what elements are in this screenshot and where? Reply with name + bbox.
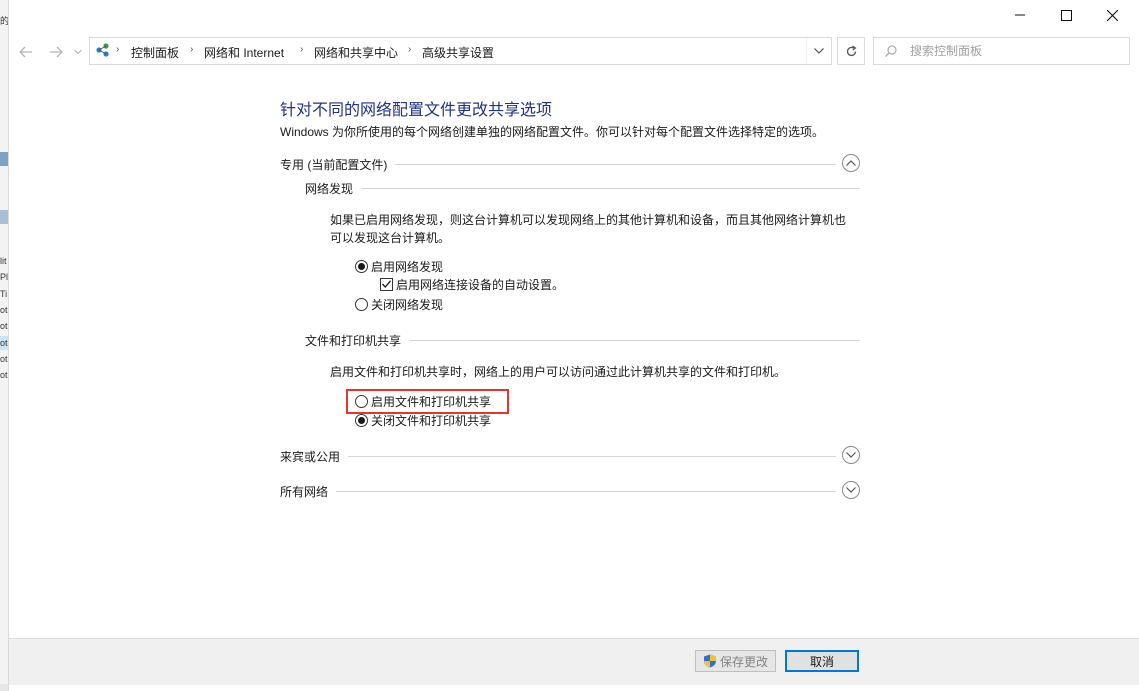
profile-private-header[interactable]: 专用 (当前配置文件): [280, 153, 860, 175]
back-button[interactable]: [17, 43, 35, 61]
refresh-icon: [846, 45, 857, 56]
network-discovery-description-line: 如果已启用网络发现，则这台计算机可以发现网络上的其他计算机和设备，而且其他网络计…: [330, 213, 847, 227]
network-discovery-heading: 网络发现: [305, 180, 362, 197]
section-divider: [305, 188, 860, 189]
background-text: Ti: [0, 289, 8, 299]
checkbox-label: 启用网络连接设备的自动设置。: [396, 277, 565, 292]
cancel-button[interactable]: 取消: [785, 650, 859, 672]
radio-button[interactable]: [355, 394, 368, 408]
radio-label: 关闭文件和打印机共享: [371, 413, 492, 428]
radio-selected-dot: [358, 262, 365, 270]
background-text: ot: [0, 305, 8, 315]
radio-enable-network-discovery[interactable]: 启用网络发现: [355, 257, 443, 275]
expand-guest-button[interactable]: [842, 446, 860, 464]
dialog-footer: 保存更改 取消: [9, 638, 1139, 685]
profile-private-label: 专用 (当前配置文件): [280, 156, 396, 173]
radio-label: 启用网络发现: [371, 259, 444, 274]
collapse-private-button[interactable]: [842, 154, 860, 172]
breadcrumb-separator: ›: [408, 44, 412, 55]
checkbox-auto-setup[interactable]: 启用网络连接设备的自动设置。: [380, 275, 564, 293]
background-text: ot: [0, 370, 8, 380]
radio-button[interactable]: [355, 413, 368, 427]
address-box[interactable]: › 控制面板 › 网络和 Internet › 网络和共享中心 › 高级共享设置: [89, 37, 832, 65]
background-text: lit: [0, 256, 7, 266]
search-box[interactable]: [873, 37, 1130, 65]
chevron-up-icon: [846, 160, 856, 166]
file-sharing-heading: 文件和打印机共享: [305, 332, 410, 349]
cancel-button-label: 取消: [809, 654, 834, 669]
refresh-button[interactable]: [837, 37, 865, 65]
background-text: ot: [0, 338, 8, 348]
file-sharing-header: 文件和打印机共享: [305, 332, 860, 350]
network-discovery-description-line: 可以发现这台计算机。: [330, 231, 451, 245]
back-arrow-icon: [19, 46, 32, 58]
address-bar: › 控制面板 › 网络和 Internet › 网络和共享中心 › 高级共享设置: [9, 36, 1139, 68]
minimize-icon: [1015, 14, 1025, 16]
breadcrumb-separator: ›: [116, 44, 120, 55]
breadcrumb-separator: ›: [190, 44, 194, 55]
breadcrumb-network-sharing-center[interactable]: 网络和共享中心: [314, 44, 398, 61]
breadcrumb-advanced-sharing[interactable]: 高级共享设置: [422, 44, 494, 61]
profile-all-networks-label: 所有网络: [280, 483, 337, 500]
address-dropdown-button[interactable]: [806, 38, 831, 64]
file-sharing-description: 启用文件和打印机共享时，网络上的用户可以访问通过此计算机共享的文件和打印机。: [330, 365, 787, 379]
network-icon: [96, 43, 109, 57]
forward-arrow-icon: [50, 46, 63, 58]
profile-guest-label: 来宾或公用: [280, 448, 349, 465]
radio-enable-file-sharing[interactable]: 启用文件和打印机共享: [355, 392, 491, 410]
radio-disable-network-discovery[interactable]: 关闭网络发现: [355, 295, 443, 313]
background-window: 的 lit Pl Ti ot ot ot ot ot: [0, 0, 9, 691]
uac-shield-icon: [703, 654, 716, 668]
profile-all-networks-header[interactable]: 所有网络: [280, 480, 860, 502]
maximize-button[interactable]: [1043, 0, 1089, 30]
radio-disable-file-sharing[interactable]: 关闭文件和打印机共享: [355, 411, 491, 429]
profile-guest-header[interactable]: 来宾或公用: [280, 445, 860, 467]
breadcrumb-separator: ›: [300, 44, 304, 55]
radio-button[interactable]: [355, 259, 368, 273]
page-subtitle: Windows 为你所使用的每个网络创建单独的网络配置文件。你可以针对每个配置文…: [280, 125, 825, 139]
section-divider: [280, 491, 836, 492]
breadcrumb-network-internet[interactable]: 网络和 Internet: [204, 44, 284, 61]
save-button-label: 保存更改: [719, 654, 768, 669]
close-button[interactable]: [1089, 0, 1135, 30]
expand-all-networks-button[interactable]: [842, 481, 860, 499]
forward-button[interactable]: [47, 43, 65, 61]
background-text: ot: [0, 354, 8, 364]
settings-content: 针对不同的网络配置文件更改共享选项 Windows 为你所使用的每个网络创建单独…: [9, 68, 1139, 638]
background-text: Pl: [0, 272, 9, 282]
breadcrumb-control-panel[interactable]: 控制面板: [131, 44, 179, 61]
maximize-icon: [1060, 9, 1072, 21]
radio-label: 启用文件和打印机共享: [371, 394, 492, 409]
chevron-down-icon: [74, 49, 82, 55]
radio-label: 关闭网络发现: [371, 297, 444, 312]
recent-locations-button[interactable]: [72, 43, 84, 61]
title-bar: [9, 0, 1139, 30]
background-blue-bar: [0, 152, 8, 166]
section-divider: [280, 456, 836, 457]
radio-selected-dot: [358, 416, 365, 424]
chevron-down-icon: [814, 48, 824, 54]
chevron-down-icon: [846, 487, 856, 493]
chevron-down-icon: [846, 452, 856, 458]
background-text: ot: [0, 321, 8, 331]
checkbox[interactable]: [380, 277, 393, 291]
search-icon: [885, 45, 897, 57]
close-icon: [1106, 9, 1118, 21]
network-discovery-header: 网络发现: [305, 180, 860, 198]
advanced-sharing-window: › 控制面板 › 网络和 Internet › 网络和共享中心 › 高级共享设置: [8, 0, 1139, 691]
minimize-button[interactable]: [997, 0, 1043, 30]
page-title: 针对不同的网络配置文件更改共享选项: [280, 102, 553, 119]
checkmark-icon: [382, 280, 391, 288]
radio-button[interactable]: [355, 297, 368, 311]
save-changes-button[interactable]: 保存更改: [695, 650, 776, 672]
background-blue-bar: [0, 210, 8, 224]
search-input[interactable]: [910, 42, 1110, 60]
network-discovery-description: 如果已启用网络发现，则这台计算机可以发现网络上的其他计算机和设备，而且其他网络计…: [330, 211, 846, 247]
